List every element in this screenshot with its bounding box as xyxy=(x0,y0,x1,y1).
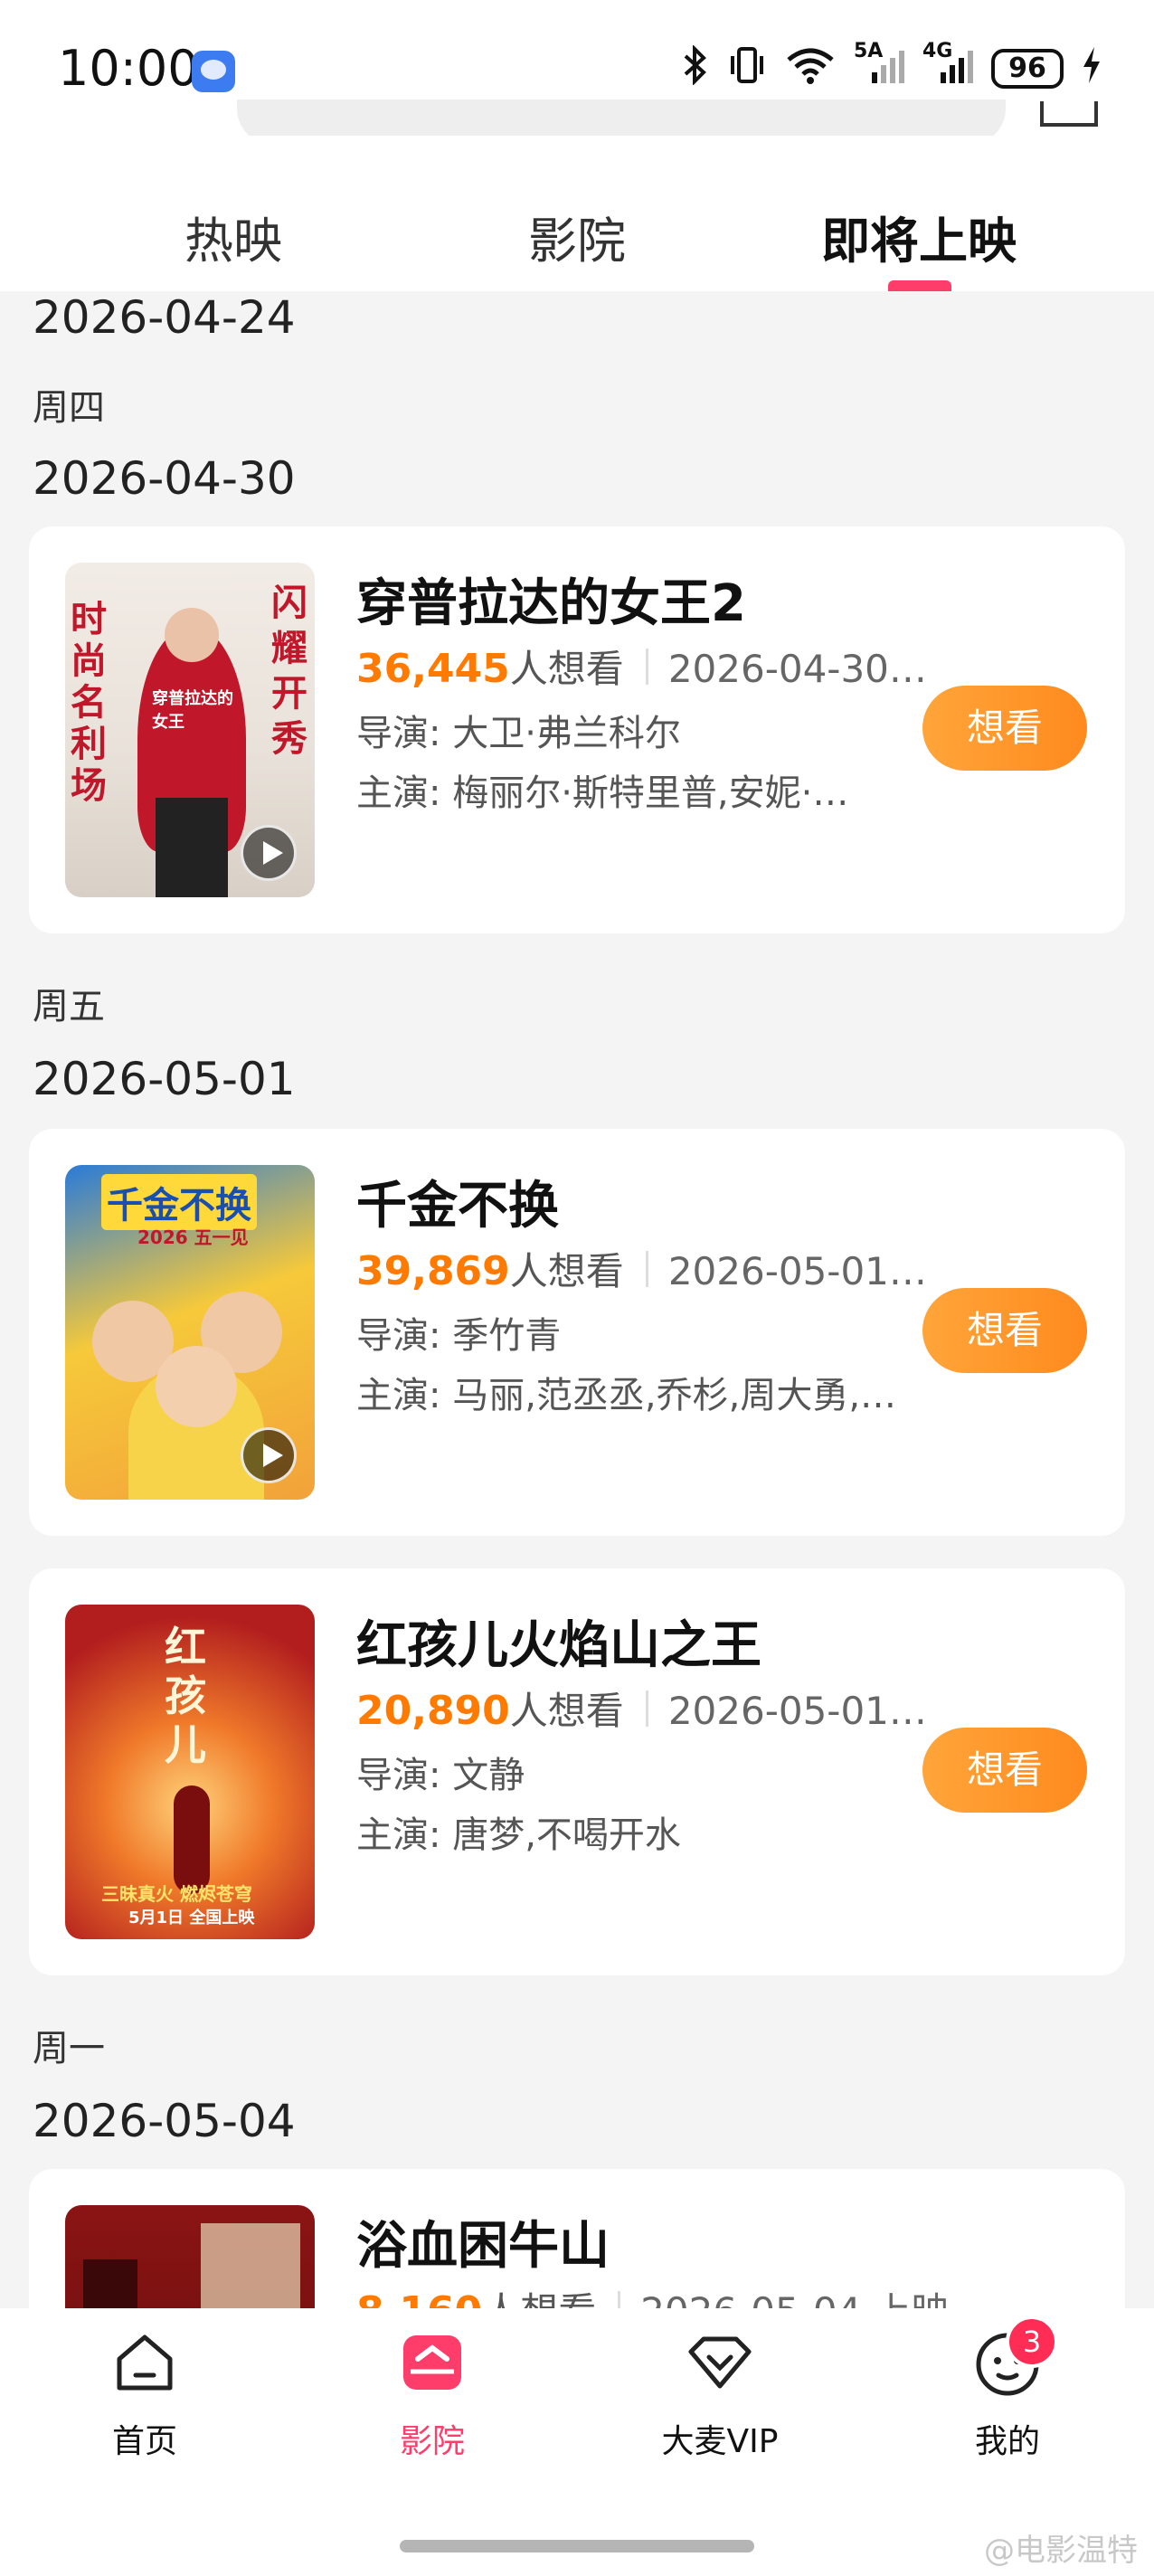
movie-stats: 8,160 人想看 2026-05-04 上映 xyxy=(356,2281,950,2308)
nav-cinema[interactable]: 影院 xyxy=(342,2328,523,2462)
poster-text: 5月1日 全国上映 xyxy=(128,1908,255,1927)
profile-icon: 3 xyxy=(973,2316,1058,2397)
movie-card[interactable]: 浴血困牛山 8,160 人想看 2026-05-04 上映 xyxy=(29,2169,1125,2308)
active-tab-indicator xyxy=(888,280,951,291)
want-suffix: 人想看 xyxy=(509,647,624,691)
coming-soon-list[interactable]: 2026-04-24 周四 2026-04-30 时尚名利场 闪耀开秀 穿普拉达… xyxy=(0,291,1154,2308)
play-icon[interactable] xyxy=(241,825,297,881)
poster-text: 红孩儿 xyxy=(165,1623,206,1769)
battery-indicator: 96 xyxy=(991,49,1064,89)
nav-home-label: 首页 xyxy=(111,2423,177,2460)
poster-text: 三昧真火 燃烬苍穹 xyxy=(101,1883,252,1905)
section-date: 2026-04-24 xyxy=(33,291,296,344)
want-count: 20,890 xyxy=(356,1688,510,1734)
status-time: 10:00 xyxy=(58,40,199,97)
movie-cast: 主演: 梅丽尔·斯特里普,安妮·… xyxy=(356,772,849,814)
divider xyxy=(645,648,648,685)
poster-text: 闪耀开秀 xyxy=(271,582,307,760)
want-to-see-button[interactable]: 想看 xyxy=(922,686,1087,771)
movie-poster[interactable]: 时尚名利场 闪耀开秀 穿普拉达的女王 xyxy=(65,563,315,897)
movie-stats: 39,869 人想看 2026-05-01… xyxy=(356,1241,927,1296)
wifi-icon xyxy=(785,45,836,92)
divider xyxy=(618,2290,621,2308)
charging-icon xyxy=(1082,45,1102,92)
signal-4g-icon: 4G xyxy=(922,40,973,92)
divider xyxy=(645,1690,648,1727)
nav-cinema-label: 影院 xyxy=(399,2423,465,2460)
section-date: 2026-05-01 xyxy=(33,1053,296,1105)
want-suffix: 人想看 xyxy=(482,2281,596,2308)
movie-title[interactable]: 浴血困牛山 xyxy=(356,2205,610,2278)
movie-poster[interactable] xyxy=(65,2205,315,2308)
nav-profile-label: 我的 xyxy=(974,2423,1040,2460)
tab-now-showing[interactable]: 热映 xyxy=(184,201,282,272)
movie-poster[interactable]: 千金不换 2026 五一见 xyxy=(65,1165,315,1500)
vibrate-icon xyxy=(727,45,767,92)
section-date: 2026-04-30 xyxy=(33,452,296,505)
cinema-icon xyxy=(398,2328,467,2397)
nav-profile[interactable]: 3 我的 xyxy=(917,2316,1098,2462)
poster-text: 穿普拉达的女王 xyxy=(152,689,233,732)
status-icons: 5A 4G 96 xyxy=(682,40,1102,92)
tab-cinemas[interactable]: 影院 xyxy=(528,201,626,272)
divider xyxy=(645,1250,648,1287)
movie-director: 导演: 文静 xyxy=(356,1755,525,1796)
want-count: 36,445 xyxy=(356,646,510,692)
movie-title[interactable]: 红孩儿火焰山之王 xyxy=(356,1605,761,1678)
status-bar: 10:00 5A 4G 96 xyxy=(0,0,1154,145)
poster-text: 2026 五一见 xyxy=(137,1226,249,1248)
want-suffix: 人想看 xyxy=(509,1689,624,1733)
section-date: 2026-05-04 xyxy=(33,2095,296,2147)
movie-stats: 20,890 人想看 2026-05-01… xyxy=(356,1681,927,1736)
notification-badge: 3 xyxy=(1006,2316,1058,2368)
movie-poster[interactable]: 红孩儿 三昧真火 燃烬苍穹 5月1日 全国上映 xyxy=(65,1605,315,1939)
bottom-navigation: 首页 影院 大麦VIP 3 我的 xyxy=(0,2308,1154,2576)
vip-icon xyxy=(686,2328,754,2397)
home-icon xyxy=(110,2328,179,2397)
movie-card[interactable]: 千金不换 2026 五一见 千金不换 39,869 人想看 2026-05-01… xyxy=(29,1129,1125,1536)
bluetooth-icon xyxy=(682,44,709,92)
movie-title[interactable]: 千金不换 xyxy=(356,1165,559,1238)
release-date: 2026-04-30… xyxy=(667,647,927,691)
movie-director: 导演: 季竹青 xyxy=(356,1315,562,1357)
want-to-see-button[interactable]: 想看 xyxy=(922,1728,1087,1813)
movie-card[interactable]: 红孩儿 三昧真火 燃烬苍穹 5月1日 全国上映 红孩儿火焰山之王 20,890 … xyxy=(29,1568,1125,1975)
section-weekday: 周四 xyxy=(33,387,105,429)
nav-vip-label: 大麦VIP xyxy=(661,2423,779,2460)
release-date: 2026-05-01… xyxy=(667,1249,927,1293)
message-notification-icon xyxy=(192,51,235,92)
movie-cast: 主演: 马丽,范丞丞,乔杉,周大勇,… xyxy=(356,1375,897,1416)
movie-card[interactable]: 时尚名利场 闪耀开秀 穿普拉达的女王 穿普拉达的女王2 36,445 人想看 2… xyxy=(29,526,1125,933)
scan-icon[interactable] xyxy=(1040,101,1098,127)
want-count: 39,869 xyxy=(356,1248,510,1294)
nav-vip[interactable]: 大麦VIP xyxy=(629,2328,810,2462)
tab-coming-soon[interactable]: 即将上映 xyxy=(821,201,1017,272)
tab-bar: 热映 影院 即将上映 xyxy=(0,136,1154,291)
movie-cast: 主演: 唐梦,不喝开水 xyxy=(356,1814,681,1856)
want-count: 8,160 xyxy=(356,2288,482,2308)
release-date: 2026-05-01… xyxy=(667,1689,927,1733)
play-icon[interactable] xyxy=(241,1427,297,1483)
poster-text: 时尚名利场 xyxy=(71,599,107,807)
movie-title[interactable]: 穿普拉达的女王2 xyxy=(356,563,746,636)
release-date: 2026-05-04 上映 xyxy=(640,2281,949,2308)
movie-director: 导演: 大卫·弗兰科尔 xyxy=(356,713,681,754)
want-to-see-button[interactable]: 想看 xyxy=(922,1288,1087,1373)
section-weekday: 周一 xyxy=(33,2028,105,2069)
watermark: @电影温特 xyxy=(984,2533,1138,2569)
signal-5a-icon: 5A xyxy=(854,40,904,92)
nav-home[interactable]: 首页 xyxy=(54,2328,235,2462)
poster-text: 千金不换 xyxy=(101,1174,257,1230)
want-suffix: 人想看 xyxy=(509,1249,624,1293)
movie-stats: 36,445 人想看 2026-04-30… xyxy=(356,639,927,694)
section-weekday: 周五 xyxy=(33,986,105,1028)
gesture-home-bar[interactable] xyxy=(400,2540,754,2552)
